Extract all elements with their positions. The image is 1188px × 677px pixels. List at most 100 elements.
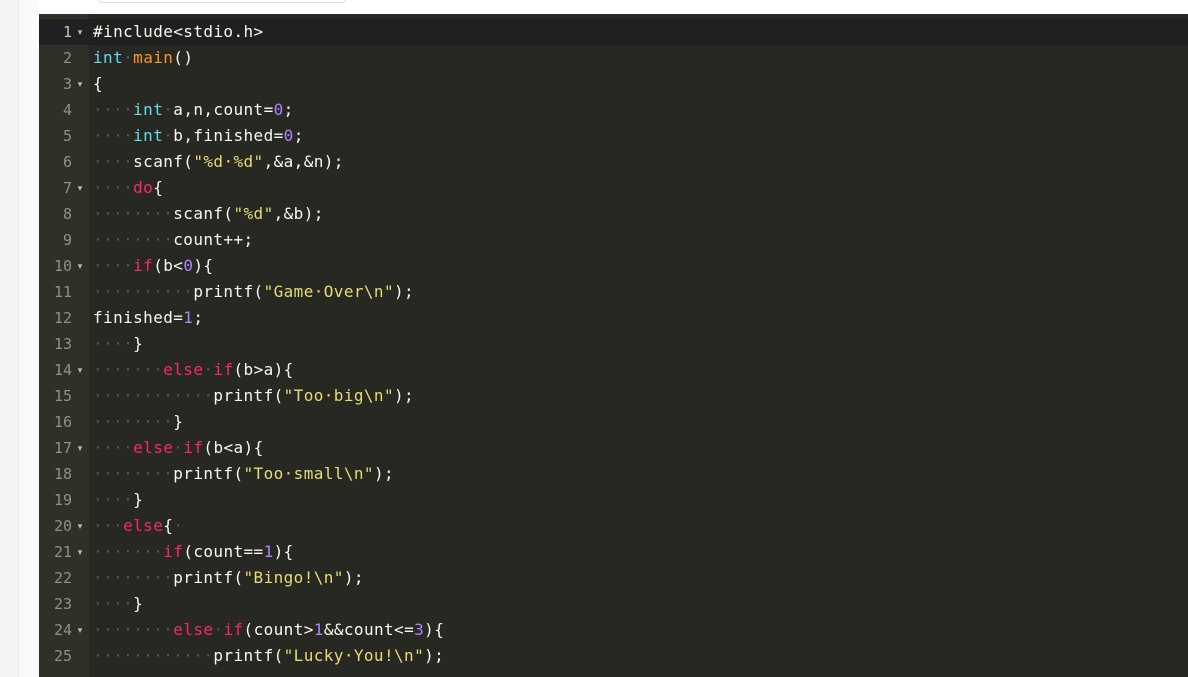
code-text: ····} — [93, 591, 143, 617]
code-token-number: 0 — [283, 126, 294, 145]
code-token-number: 3 — [414, 620, 425, 639]
code-line[interactable]: 20 ▾ ···else{· — [39, 513, 1188, 539]
code-token-plain: ){ — [424, 620, 445, 639]
code-text: ········count++; — [93, 227, 254, 253]
code-token-string: "Game·Over\n" — [263, 282, 394, 301]
fold-arrow-icon[interactable]: ▾ — [75, 71, 85, 97]
code-line[interactable]: 18 ········printf("Too·small\n"); — [39, 461, 1188, 487]
code-line[interactable]: 11 ··········printf("Game·Over\n"); — [39, 279, 1188, 305]
fold-arrow-icon[interactable]: ▾ — [75, 19, 85, 45]
code-line[interactable]: 17 ▾ ····else·if(b<a){ — [39, 435, 1188, 461]
code-token-ws: ······· — [93, 542, 164, 561]
line-number: 6 — [62, 153, 72, 171]
code-token-keyword: do — [133, 178, 154, 197]
code-token-number: 0 — [273, 100, 284, 119]
code-token-plain: (count== — [183, 542, 264, 561]
fold-arrow-icon[interactable]: ▾ — [75, 617, 85, 643]
code-token-keyword: else — [123, 516, 164, 535]
code-text: finished=1; — [93, 305, 203, 331]
code-token-ws: · — [163, 100, 174, 119]
code-text: ·······if(count==1){ — [93, 539, 294, 565]
line-number: 21 — [53, 543, 72, 561]
line-number: 1 — [62, 23, 72, 41]
code-token-string: "%d" — [233, 204, 274, 223]
fold-arrow-icon[interactable]: ▾ — [75, 253, 85, 279]
fold-arrow-icon[interactable]: ▾ — [75, 435, 85, 461]
code-token-ws: ···· — [93, 490, 134, 509]
line-number: 13 — [53, 335, 72, 353]
code-line[interactable]: 4 ····int·a,n,count=0; — [39, 97, 1188, 123]
code-token-ws: ···· — [93, 334, 134, 353]
code-token-keyword: else — [173, 620, 214, 639]
code-line[interactable]: 22 ········printf("Bingo!\n"); — [39, 565, 1188, 591]
code-token-ws: ··· — [93, 516, 124, 535]
code-line[interactable]: 19 ····} — [39, 487, 1188, 513]
code-text: ········scanf("%d",&b); — [93, 201, 324, 227]
code-token-ws: · — [203, 360, 214, 379]
code-line[interactable]: 1 ▾ #include<stdio.h> — [39, 19, 1188, 45]
line-number: 5 — [62, 127, 72, 145]
code-line[interactable]: 24 ▾ ········else·if(count>1&&count<=3){ — [39, 617, 1188, 643]
code-line[interactable]: 9 ········count++; — [39, 227, 1188, 253]
line-number: 10 — [53, 257, 72, 275]
line-number: 19 — [53, 491, 72, 509]
code-line[interactable]: 14 ▾ ·······else·if(b>a){ — [39, 357, 1188, 383]
line-number: 7 — [62, 179, 72, 197]
code-token-ws: ···· — [93, 178, 134, 197]
code-token-string: "Too·small\n" — [243, 464, 374, 483]
code-line[interactable]: 25 ············printf("Lucky·You!\n"); — [39, 643, 1188, 669]
code-line[interactable]: 13 ····} — [39, 331, 1188, 357]
code-token-number: 1 — [263, 542, 274, 561]
language-select-box[interactable] — [98, 0, 346, 3]
code-line[interactable]: 16 ········} — [39, 409, 1188, 435]
page-left-panel — [18, 0, 39, 677]
code-line[interactable]: 6 ····scanf("%d·%d",&a,&n); — [39, 149, 1188, 175]
code-line[interactable]: 2 int·main() — [39, 45, 1188, 71]
code-token-keyword: if — [213, 360, 234, 379]
code-line[interactable]: 10 ▾ ····if(b<0){ — [39, 253, 1188, 279]
line-number: 20 — [53, 517, 72, 535]
line-number: 8 — [62, 205, 72, 223]
code-text: ····} — [93, 331, 143, 357]
code-token-ws: ···· — [93, 256, 134, 275]
code-token-ws: ···· — [93, 594, 134, 613]
code-line[interactable]: 23 ····} — [39, 591, 1188, 617]
code-token-ws: ···· — [93, 152, 134, 171]
code-token-ws: · — [123, 48, 134, 67]
code-line[interactable]: 3 ▾ { — [39, 71, 1188, 97]
code-line[interactable]: 12 finished=1; — [39, 305, 1188, 331]
fold-arrow-icon[interactable]: ▾ — [75, 539, 85, 565]
fold-arrow-icon[interactable]: ▾ — [75, 513, 85, 539]
code-line[interactable]: 8 ········scanf("%d",&b); — [39, 201, 1188, 227]
code-token-plain: #include<stdio.h> — [93, 22, 264, 41]
code-token-ws: ·········· — [93, 282, 194, 301]
code-token-plain: count++; — [173, 230, 254, 249]
code-token-ws: ···· — [93, 100, 134, 119]
code-line[interactable]: 5 ····int·b,finished=0; — [39, 123, 1188, 149]
fold-arrow-icon[interactable]: ▾ — [75, 357, 85, 383]
code-lines: 1 ▾ #include<stdio.h> 2 int·main() 3 ▾{4 ····in… — [39, 19, 1188, 669]
code-text: ····else·if(b<a){ — [93, 435, 264, 461]
line-number: 15 — [53, 387, 72, 405]
code-text: ········printf("Too·small\n"); — [93, 461, 394, 487]
code-token-plain: ; — [193, 308, 204, 327]
fold-arrow-icon[interactable]: ▾ — [75, 175, 85, 201]
line-number: 23 — [53, 595, 72, 613]
line-number: 17 — [53, 439, 72, 457]
code-token-ws: ···· — [93, 438, 134, 457]
code-token-ws: ···· — [93, 126, 134, 145]
line-number: 11 — [53, 283, 72, 301]
code-token-plain: printf( — [173, 568, 244, 587]
code-token-plain: () — [173, 48, 194, 67]
code-line[interactable]: 7 ▾ ····do{ — [39, 175, 1188, 201]
code-token-ws: ········ — [93, 464, 174, 483]
code-text: ····if(b<0){ — [93, 253, 213, 279]
code-token-keyword: if — [183, 438, 204, 457]
code-line[interactable]: 15 ············printf("Too·big\n"); — [39, 383, 1188, 409]
code-line[interactable]: 21 ▾ ·······if(count==1){ — [39, 539, 1188, 565]
code-token-ws: ········ — [93, 620, 174, 639]
code-text: ········printf("Bingo!\n"); — [93, 565, 364, 591]
code-editor[interactable]: 1 ▾ #include<stdio.h> 2 int·main() 3 ▾{4 ····in… — [39, 14, 1188, 677]
code-token-string: "Bingo!\n" — [243, 568, 344, 587]
code-token-ws: ············ — [93, 386, 214, 405]
